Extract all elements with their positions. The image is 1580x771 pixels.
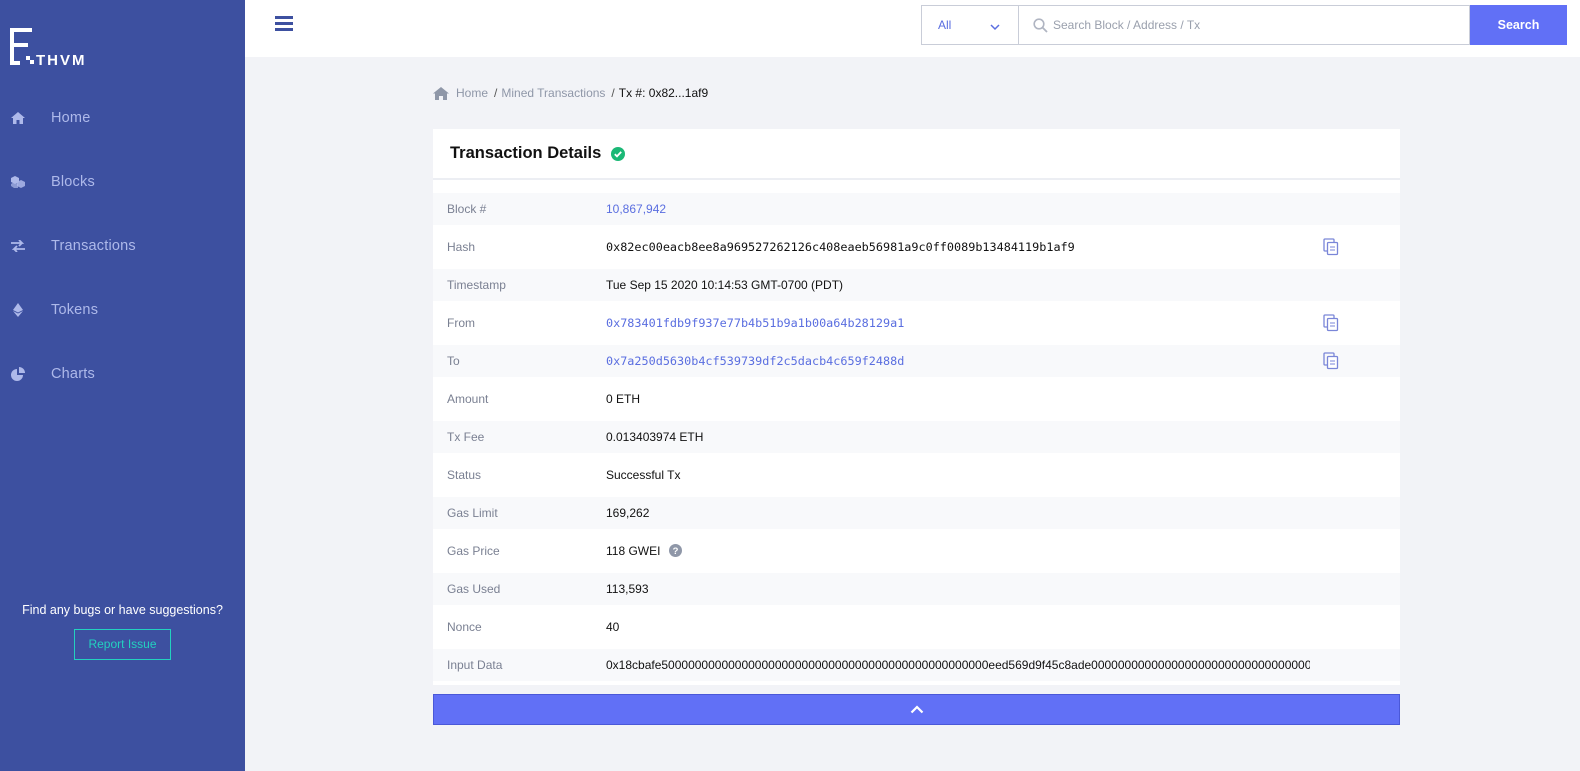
detail-row-amount: Amount 0 ETH bbox=[433, 383, 1400, 415]
detail-key: Amount bbox=[447, 392, 489, 406]
sidebar-item-charts[interactable]: Charts bbox=[0, 344, 245, 404]
help-icon[interactable]: ? bbox=[668, 544, 682, 558]
gas-price-value-wrap: 118 GWEI ? bbox=[606, 544, 682, 558]
ethereum-icon bbox=[10, 302, 26, 318]
detail-key: Hash bbox=[447, 240, 476, 254]
svg-text:THVM: THVM bbox=[36, 52, 87, 68]
detail-row-timestamp: Timestamp Tue Sep 15 2020 10:14:53 GMT-0… bbox=[433, 269, 1400, 301]
sidebar-item-home[interactable]: Home bbox=[0, 88, 245, 148]
breadcrumb-home[interactable]: Home bbox=[433, 86, 488, 100]
detail-row-block: Block # 10,867,942 bbox=[433, 193, 1400, 225]
card-header: Transaction Details bbox=[433, 129, 1400, 180]
search-filter-value: All bbox=[938, 18, 952, 32]
copy-icon[interactable] bbox=[1323, 352, 1339, 370]
search-button[interactable]: Search bbox=[1470, 5, 1567, 45]
sidebar-item-tokens[interactable]: Tokens bbox=[0, 280, 245, 340]
search-input[interactable] bbox=[1019, 6, 1469, 44]
sidebar-item-blocks[interactable]: Blocks bbox=[0, 152, 245, 212]
nonce-value: 40 bbox=[606, 620, 620, 634]
feedback-section: Find any bugs or have suggestions? Repor… bbox=[0, 603, 245, 660]
search-bar: All Search bbox=[921, 5, 1567, 45]
sidebar-item-transactions[interactable]: Transactions bbox=[0, 216, 245, 276]
blocks-icon bbox=[10, 174, 26, 190]
home-icon bbox=[433, 86, 449, 100]
status-value: Successful Tx bbox=[606, 468, 681, 482]
detail-row-nonce: Nonce 40 bbox=[433, 611, 1400, 643]
sidebar-item-label: Blocks bbox=[51, 174, 95, 190]
amount-value: 0 ETH bbox=[606, 392, 641, 406]
hamburger-icon[interactable] bbox=[275, 16, 293, 32]
detail-key: Gas Price bbox=[447, 544, 500, 558]
collapse-details-button[interactable] bbox=[433, 694, 1400, 725]
pie-chart-icon bbox=[10, 366, 26, 382]
copy-icon[interactable] bbox=[1323, 314, 1339, 332]
home-icon bbox=[10, 110, 26, 126]
detail-key: To bbox=[447, 354, 460, 368]
chevron-up-icon bbox=[910, 705, 923, 714]
check-circle-icon bbox=[611, 146, 626, 161]
sidebar-item-label: Transactions bbox=[51, 238, 136, 254]
detail-row-gas-price: Gas Price 118 GWEI ? bbox=[433, 535, 1400, 567]
sidebar-item-label: Home bbox=[51, 110, 91, 126]
breadcrumb-separator: / bbox=[494, 86, 498, 100]
top-bar: All Search bbox=[245, 0, 1580, 57]
detail-key: Block # bbox=[447, 202, 487, 216]
to-address-link[interactable]: 0x7a250d5630b4cf539739df2c5dacb4c659f248… bbox=[606, 354, 904, 368]
breadcrumb-mined-transactions[interactable]: Mined Transactions bbox=[501, 86, 605, 100]
detail-key: Timestamp bbox=[447, 278, 506, 292]
detail-key: Nonce bbox=[447, 620, 482, 634]
detail-row-gas-used: Gas Used 113,593 bbox=[433, 573, 1400, 605]
detail-row-input-data: Input Data 0x18cbafe50000000000000000000… bbox=[433, 649, 1400, 681]
tx-hash-value: 0x82ec00eacb8ee8a969527262126c408eaeb569… bbox=[606, 240, 1075, 254]
sidebar: THVM Home Blocks Transactions Tokens Cha… bbox=[0, 0, 245, 771]
detail-key: Gas Limit bbox=[447, 506, 498, 520]
transfer-icon bbox=[10, 238, 26, 254]
breadcrumb-current: Tx #: 0x82...1af9 bbox=[618, 86, 709, 100]
transaction-details-card: Transaction Details Block # 10,867,942 H… bbox=[433, 129, 1400, 685]
feedback-text: Find any bugs or have suggestions? bbox=[22, 603, 223, 617]
detail-key: Gas Used bbox=[447, 582, 501, 596]
ethvm-logo[interactable]: THVM bbox=[10, 28, 100, 69]
gas-used-value: 113,593 bbox=[606, 582, 649, 596]
detail-row-hash: Hash 0x82ec00eacb8ee8a969527262126c408ea… bbox=[433, 231, 1400, 263]
block-number-link[interactable]: 10,867,942 bbox=[606, 202, 666, 216]
page-title: Transaction Details bbox=[450, 144, 602, 162]
input-data-value: 0x18cbafe5000000000000000000000000000000… bbox=[606, 658, 1310, 672]
breadcrumb-home-label: Home bbox=[456, 86, 489, 100]
breadcrumb-separator: / bbox=[611, 86, 615, 100]
detail-key: From bbox=[447, 316, 475, 330]
breadcrumb: Home / Mined Transactions / Tx #: 0x82..… bbox=[433, 86, 708, 100]
search-filter-select[interactable]: All bbox=[921, 5, 1019, 45]
detail-key: Input Data bbox=[447, 658, 503, 672]
detail-row-to: To 0x7a250d5630b4cf539739df2c5dacb4c659f… bbox=[433, 345, 1400, 377]
chevron-down-icon bbox=[990, 20, 1000, 34]
gas-price-value: 118 GWEI bbox=[606, 544, 661, 558]
detail-row-tx-fee: Tx Fee 0.013403974 ETH bbox=[433, 421, 1400, 453]
gas-limit-value: 169,262 bbox=[606, 506, 650, 520]
sidebar-item-label: Tokens bbox=[51, 302, 99, 318]
tx-fee-value: 0.013403974 ETH bbox=[606, 430, 704, 444]
from-address-link[interactable]: 0x783401fdb9f937e77b4b51b9a1b00a64b28129… bbox=[606, 316, 904, 330]
report-issue-button[interactable]: Report Issue bbox=[74, 629, 171, 660]
detail-row-status: Status Successful Tx bbox=[433, 459, 1400, 491]
timestamp-value: Tue Sep 15 2020 10:14:53 GMT-0700 (PDT) bbox=[606, 278, 844, 292]
search-input-wrap bbox=[1019, 5, 1470, 45]
detail-row-from: From 0x783401fdb9f937e77b4b51b9a1b00a64b… bbox=[433, 307, 1400, 339]
svg-text:?: ? bbox=[672, 546, 678, 557]
copy-icon[interactable] bbox=[1323, 238, 1339, 256]
detail-key: Status bbox=[447, 468, 482, 482]
sidebar-item-label: Charts bbox=[51, 366, 95, 382]
detail-row-gas-limit: Gas Limit 169,262 bbox=[433, 497, 1400, 529]
detail-key: Tx Fee bbox=[447, 430, 485, 444]
search-icon bbox=[1033, 18, 1048, 38]
